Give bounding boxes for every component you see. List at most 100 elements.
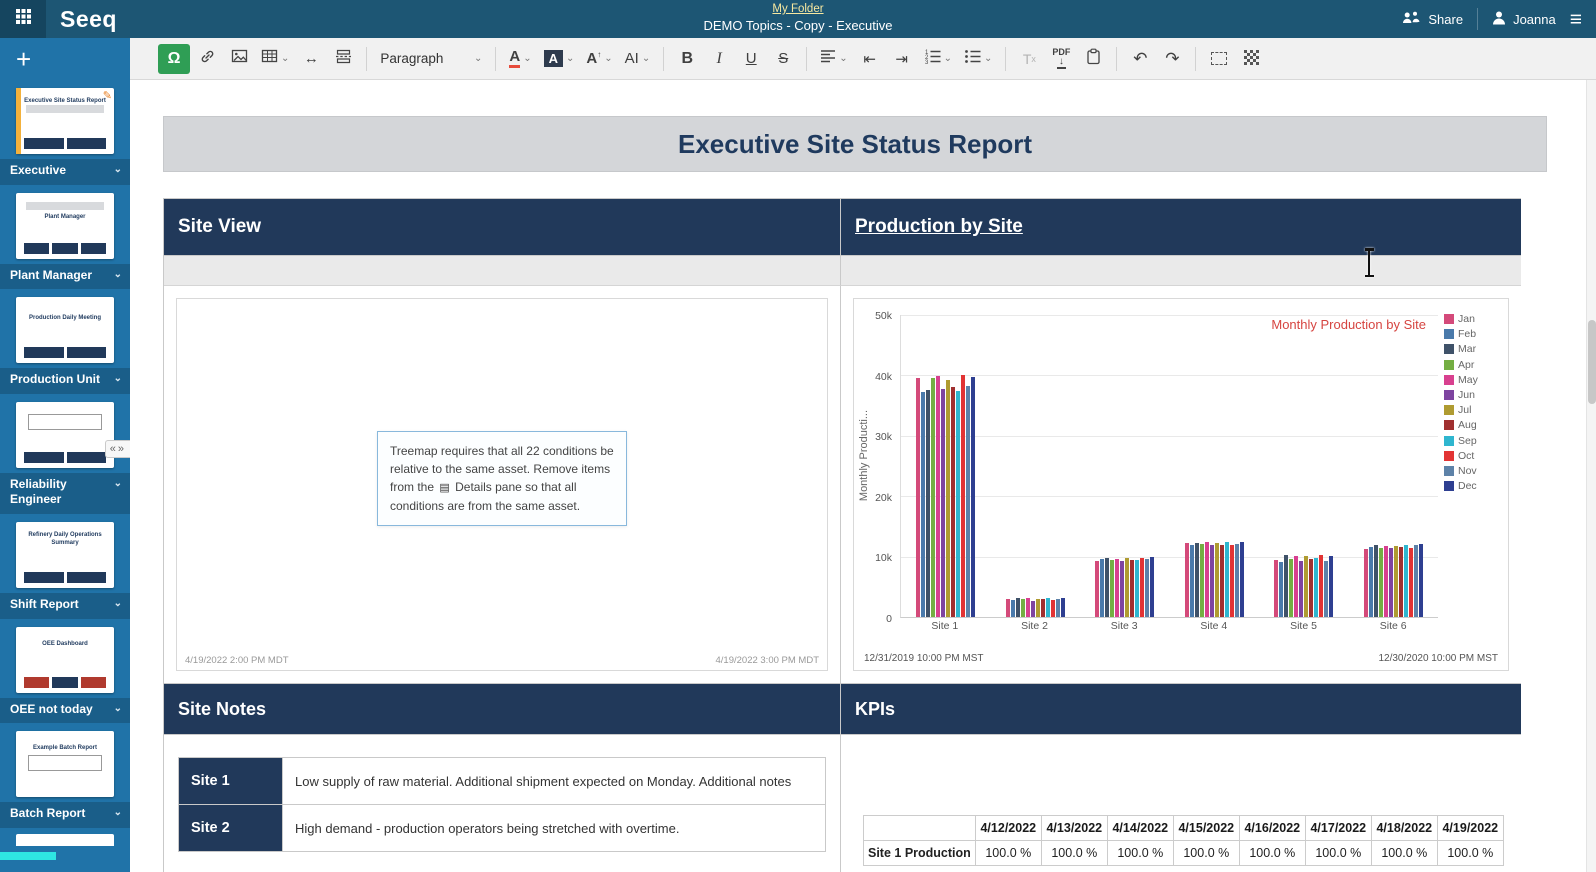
bar-aug-site-3[interactable] [1130, 560, 1134, 617]
bar-jul-site-6[interactable] [1394, 546, 1398, 617]
bar-jun-site-4[interactable] [1210, 545, 1214, 617]
bar-apr-site-2[interactable] [1021, 599, 1025, 617]
worksheet-thumbnail-reliability-engineer[interactable] [16, 402, 114, 468]
bar-mar-site-5[interactable] [1284, 555, 1288, 617]
bar-jul-site-1[interactable] [946, 380, 950, 617]
bar-mar-site-4[interactable] [1195, 543, 1199, 617]
bar-feb-site-3[interactable] [1100, 559, 1104, 617]
bar-jun-site-2[interactable] [1031, 601, 1035, 617]
kpi-value[interactable]: 100.0 % [1239, 841, 1305, 866]
worksheet-thumbnail-batch-report[interactable]: Example Batch Report [16, 731, 114, 797]
legend-item-jul[interactable]: Jul [1444, 404, 1502, 416]
select-area-button[interactable] [1204, 44, 1234, 74]
bar-mar-site-3[interactable] [1105, 558, 1109, 617]
sidebar-label-executive[interactable]: Executive ⌄ [0, 159, 130, 185]
bar-mar-site-2[interactable] [1016, 598, 1020, 617]
copy-document-button[interactable] [1078, 44, 1108, 74]
add-worksheet-button[interactable]: + [0, 38, 130, 80]
bar-nov-site-2[interactable] [1056, 599, 1060, 617]
bar-apr-site-4[interactable] [1200, 544, 1204, 617]
bar-oct-site-4[interactable] [1230, 545, 1234, 617]
page-break-button[interactable] [328, 44, 358, 74]
insert-table-button[interactable]: ⌄ [256, 44, 294, 74]
sidebar-label-reliability-engineer[interactable]: Reliability Engineer ⌄ [0, 473, 130, 514]
legend-item-sep[interactable]: Sep [1444, 435, 1502, 447]
redo-button[interactable]: ↷ [1157, 44, 1187, 74]
sidebar-item-oee-not-today[interactable]: OEE Dashboard OEE not today ⌄ [0, 627, 130, 724]
hamburger-menu-button[interactable]: ≡ [1570, 9, 1582, 30]
bar-jun-site-5[interactable] [1299, 561, 1303, 617]
kpi-value[interactable]: 100.0 % [1107, 841, 1173, 866]
bar-dec-site-2[interactable] [1061, 598, 1065, 617]
kpi-value[interactable]: 100.0 % [1305, 841, 1371, 866]
user-menu-button[interactable]: Joanna [1492, 10, 1556, 28]
kpi-row-label[interactable]: Site 1 Production [864, 841, 976, 866]
sidebar-collapse-control[interactable]: «» [105, 440, 130, 458]
bar-oct-site-2[interactable] [1051, 600, 1055, 617]
kpi-value[interactable]: 100.0 % [1041, 841, 1107, 866]
bar-jan-site-5[interactable] [1274, 560, 1278, 617]
bar-sep-site-3[interactable] [1135, 560, 1139, 617]
scrollbar-thumb[interactable] [1588, 320, 1596, 404]
underline-button[interactable]: U [736, 44, 766, 74]
legend-item-dec[interactable]: Dec [1444, 480, 1502, 492]
bar-dec-site-3[interactable] [1150, 557, 1154, 617]
outdent-button[interactable]: ⇤ [855, 44, 885, 74]
bar-feb-site-2[interactable] [1011, 600, 1015, 617]
worksheet-thumbnail-partial[interactable] [16, 834, 114, 846]
section-header-production-by-site[interactable]: Production by Site [841, 199, 1521, 256]
bar-mar-site-1[interactable] [926, 390, 930, 617]
bar-oct-site-6[interactable] [1409, 548, 1413, 617]
bar-dec-site-5[interactable] [1329, 556, 1333, 617]
legend-item-jan[interactable]: Jan [1444, 313, 1502, 325]
legend-item-apr[interactable]: Apr [1444, 359, 1502, 371]
sidebar-label-batch-report[interactable]: Batch Report ⌄ [0, 802, 130, 828]
bar-aug-site-5[interactable] [1309, 559, 1313, 617]
bar-sep-site-2[interactable] [1046, 598, 1050, 617]
bar-feb-site-1[interactable] [921, 392, 925, 617]
insert-link-button[interactable] [192, 44, 222, 74]
bar-apr-site-1[interactable] [931, 378, 935, 617]
export-pdf-button[interactable]: PDF ↓ [1046, 44, 1076, 74]
breadcrumb-my-folder-link[interactable]: My Folder [703, 3, 892, 17]
bar-oct-site-3[interactable] [1140, 558, 1144, 617]
bar-jul-site-2[interactable] [1036, 599, 1040, 617]
bar-jun-site-3[interactable] [1120, 561, 1124, 617]
bar-jan-site-3[interactable] [1095, 561, 1099, 617]
bar-nov-site-1[interactable] [966, 386, 970, 617]
section-header-site-notes[interactable]: Site Notes [164, 684, 841, 735]
kpi-value[interactable]: 100.0 % [1371, 841, 1437, 866]
bar-sep-site-6[interactable] [1404, 545, 1408, 617]
site-note-text[interactable]: High demand - production operators being… [283, 805, 826, 852]
italic-button[interactable]: I [704, 44, 734, 74]
bar-jul-site-3[interactable] [1125, 558, 1129, 617]
bar-apr-site-5[interactable] [1289, 559, 1293, 617]
site-note-label[interactable]: Site 1 [179, 758, 283, 805]
bar-jan-site-4[interactable] [1185, 543, 1189, 617]
site-note-text[interactable]: Low supply of raw material. Additional s… [283, 758, 826, 805]
font-color-button[interactable]: A⌄ [504, 44, 536, 74]
legend-item-jun[interactable]: Jun [1444, 389, 1502, 401]
bar-feb-site-5[interactable] [1279, 562, 1283, 617]
legend-item-aug[interactable]: Aug [1444, 419, 1502, 431]
section-header-kpis[interactable]: KPIs [841, 684, 1521, 735]
bar-jun-site-6[interactable] [1389, 548, 1393, 617]
site-view-panel[interactable]: Treemap requires that all 22 conditions … [176, 298, 828, 671]
bar-may-site-6[interactable] [1384, 546, 1388, 617]
bar-dec-site-4[interactable] [1240, 542, 1244, 618]
legend-item-oct[interactable]: Oct [1444, 450, 1502, 462]
bar-jan-site-2[interactable] [1006, 599, 1010, 617]
bar-aug-site-6[interactable] [1399, 547, 1403, 617]
insert-image-button[interactable] [224, 44, 254, 74]
highlight-color-button[interactable]: A⌄ [539, 44, 580, 74]
insert-seeq-content-button[interactable]: Ω [158, 44, 190, 74]
sidebar-item-production-unit[interactable]: Production Daily Meeting Production Unit… [0, 297, 130, 394]
section-header-site-view[interactable]: Site View [164, 199, 841, 256]
site-note-label[interactable]: Site 2 [179, 805, 283, 852]
bar-jul-site-5[interactable] [1304, 556, 1308, 617]
legend-item-mar[interactable]: Mar [1444, 343, 1502, 355]
sidebar-label-shift-report[interactable]: Shift Report ⌄ [0, 593, 130, 619]
apps-menu-button[interactable] [0, 0, 46, 38]
bar-jun-site-1[interactable] [941, 389, 945, 617]
sidebar-label-oee-not-today[interactable]: OEE not today ⌄ [0, 698, 130, 724]
